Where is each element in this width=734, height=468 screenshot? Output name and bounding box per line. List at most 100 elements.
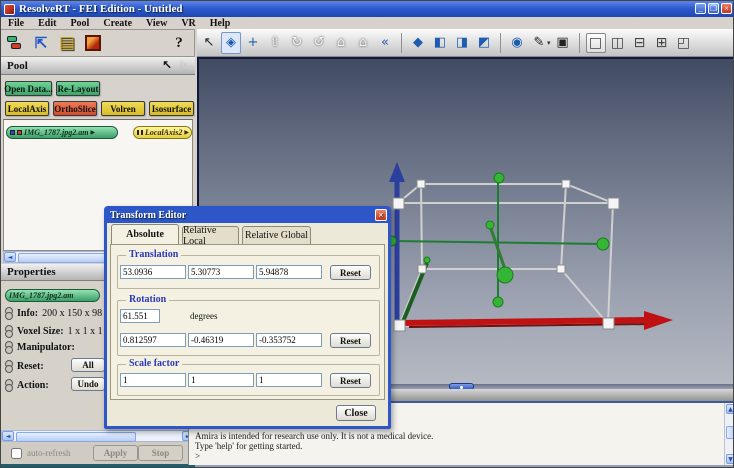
- title-bar[interactable]: ResolveRT - FEI Edition - Untitled _ ❐ ×: [1, 1, 734, 17]
- auto-refresh-label: auto-refresh: [27, 448, 70, 458]
- tab-absolute[interactable]: Absolute: [111, 224, 179, 244]
- colormap-icon[interactable]: [81, 31, 105, 55]
- cursor-arrow-icon[interactable]: ↖: [162, 58, 172, 72]
- dialog-close-icon[interactable]: ×: [375, 209, 387, 221]
- view-yz-icon[interactable]: ◧: [430, 32, 450, 54]
- scroll-left-icon[interactable]: ◄: [4, 252, 16, 262]
- apply-button[interactable]: Apply: [93, 445, 138, 461]
- minimize-button[interactable]: _: [695, 3, 706, 14]
- isosurface-button[interactable]: Isosurface: [149, 101, 194, 116]
- stop-button[interactable]: Stop: [138, 445, 183, 461]
- menu-help[interactable]: Help: [203, 18, 238, 29]
- layout-quad-icon[interactable]: ⊞: [652, 33, 672, 53]
- connector-icon[interactable]: [5, 360, 12, 373]
- scroll-left-icon[interactable]: ◄: [2, 431, 14, 441]
- seek-icon[interactable]: «: [375, 32, 395, 54]
- rotation-reset-button[interactable]: Reset: [330, 333, 371, 348]
- degrees-label: degrees: [190, 311, 217, 321]
- perspective-icon[interactable]: ◆: [408, 32, 428, 54]
- scale-z-field[interactable]: [256, 373, 322, 387]
- rotate-cw-icon[interactable]: ↻: [287, 32, 307, 54]
- axis-x[interactable]: [401, 311, 673, 330]
- dialog-title-bar[interactable]: Transform Editor ×: [107, 208, 388, 223]
- translation-y-field[interactable]: [188, 265, 254, 279]
- object-editor-icon[interactable]: ⇱: [29, 31, 53, 55]
- restore-button[interactable]: ❐: [708, 3, 719, 14]
- translation-x-field[interactable]: [120, 265, 186, 279]
- translation-z-field[interactable]: [256, 265, 322, 279]
- trackball-icon[interactable]: ◈: [221, 32, 241, 54]
- undo-button[interactable]: Undo: [71, 377, 105, 391]
- scale-x-field[interactable]: [120, 373, 186, 387]
- module-pill[interactable]: LocalAxis2 ▶: [133, 126, 192, 139]
- port-icon: [141, 130, 143, 135]
- menu-vr[interactable]: VR: [174, 18, 202, 29]
- zoom-icon[interactable]: ⇧: [265, 32, 285, 54]
- connector-icon[interactable]: [5, 341, 12, 354]
- connector-icon[interactable]: [5, 307, 12, 320]
- layout-single-icon[interactable]: □: [586, 33, 606, 53]
- rotate-ccw-icon[interactable]: ↺: [309, 32, 329, 54]
- rotation-z-field[interactable]: [256, 333, 322, 347]
- hand-icon[interactable]: ☞: [177, 60, 191, 71]
- translate-icon[interactable]: +: [243, 32, 263, 54]
- pointer-icon[interactable]: ↖: [199, 32, 219, 54]
- view-all-icon[interactable]: ◉: [507, 32, 527, 54]
- info-row: Info: 200 x 150 x 98 by: [5, 307, 115, 320]
- close-button[interactable]: ×: [721, 3, 732, 14]
- connector-icon[interactable]: [5, 379, 12, 392]
- properties-hscrollbar[interactable]: ◄ ►: [1, 430, 195, 442]
- snapshot-icon[interactable]: ▣: [553, 32, 573, 54]
- home-icon[interactable]: ⌂: [331, 32, 351, 54]
- data-pill[interactable]: IMG_1787.jpg2.am ▶: [6, 126, 118, 139]
- view-xz-icon[interactable]: ◨: [452, 32, 472, 54]
- rotation-angle-field[interactable]: [120, 309, 160, 323]
- action-row: Action:: [5, 379, 49, 392]
- expand-icon[interactable]: ▶: [90, 129, 95, 136]
- auto-refresh-checkbox[interactable]: [11, 448, 22, 459]
- menu-file[interactable]: File: [1, 18, 31, 29]
- console-vscrollbar[interactable]: ▲ ▼: [724, 403, 734, 465]
- scroll-up-icon[interactable]: ▲: [726, 404, 734, 414]
- menu-pool[interactable]: Pool: [63, 18, 96, 29]
- open-data-button[interactable]: Open Data...: [5, 81, 52, 96]
- rotation-x-field[interactable]: [120, 333, 186, 347]
- scale-y-field[interactable]: [188, 373, 254, 387]
- scale-reset-button[interactable]: Reset: [330, 373, 371, 388]
- connector-icon[interactable]: [5, 325, 12, 338]
- expand-icon[interactable]: ▶: [184, 129, 189, 136]
- volren-button[interactable]: Volren: [101, 101, 145, 116]
- pool-view-icon[interactable]: [3, 31, 27, 55]
- layout-custom-icon[interactable]: ◰: [674, 33, 694, 53]
- help-button[interactable]: ?: [169, 30, 189, 56]
- relayout-button[interactable]: Re-Layout: [56, 81, 100, 96]
- menu-create[interactable]: Create: [96, 18, 139, 29]
- rotation-y-field[interactable]: [188, 333, 254, 347]
- tab-relative-global[interactable]: Relative Global: [242, 226, 311, 244]
- properties-actions: auto-refresh Apply Stop: [1, 442, 195, 464]
- layers-icon[interactable]: ▤: [55, 31, 79, 55]
- scroll-thumb[interactable]: [18, 253, 118, 263]
- dialog-close-button[interactable]: Close: [336, 405, 376, 421]
- selected-module-pill[interactable]: IMG_1787.jpg2.am: [5, 289, 100, 302]
- layout-two-vertical-icon[interactable]: ◫: [608, 33, 628, 53]
- reset-all-button[interactable]: All: [71, 358, 105, 372]
- voxel-size-row: Voxel Size: 1 x 1 x 1: [5, 325, 103, 338]
- scroll-thumb[interactable]: [16, 432, 136, 442]
- measure-icon[interactable]: ✎: [529, 32, 549, 54]
- menu-edit[interactable]: Edit: [31, 18, 63, 29]
- menu-view[interactable]: View: [139, 18, 174, 29]
- scroll-thumb[interactable]: [726, 426, 734, 439]
- measure-caret-icon[interactable]: ▾: [547, 39, 551, 47]
- port-icon: [137, 130, 139, 135]
- layout-two-horizontal-icon[interactable]: ⊟: [630, 33, 650, 53]
- orthoslice-button[interactable]: OrthoSlice: [53, 101, 97, 116]
- scroll-down-icon[interactable]: ▼: [726, 454, 734, 464]
- console-prompt: >: [195, 451, 433, 461]
- localaxis-button[interactable]: LocalAxis: [5, 101, 49, 116]
- tab-relative-local[interactable]: Relative Local: [182, 226, 239, 244]
- translation-reset-button[interactable]: Reset: [330, 265, 371, 280]
- set-home-icon[interactable]: ⌂: [353, 32, 373, 54]
- view-xy-icon[interactable]: ◩: [474, 32, 494, 54]
- transform-editor-dialog[interactable]: Transform Editor × Absolute Relative Loc…: [104, 206, 391, 429]
